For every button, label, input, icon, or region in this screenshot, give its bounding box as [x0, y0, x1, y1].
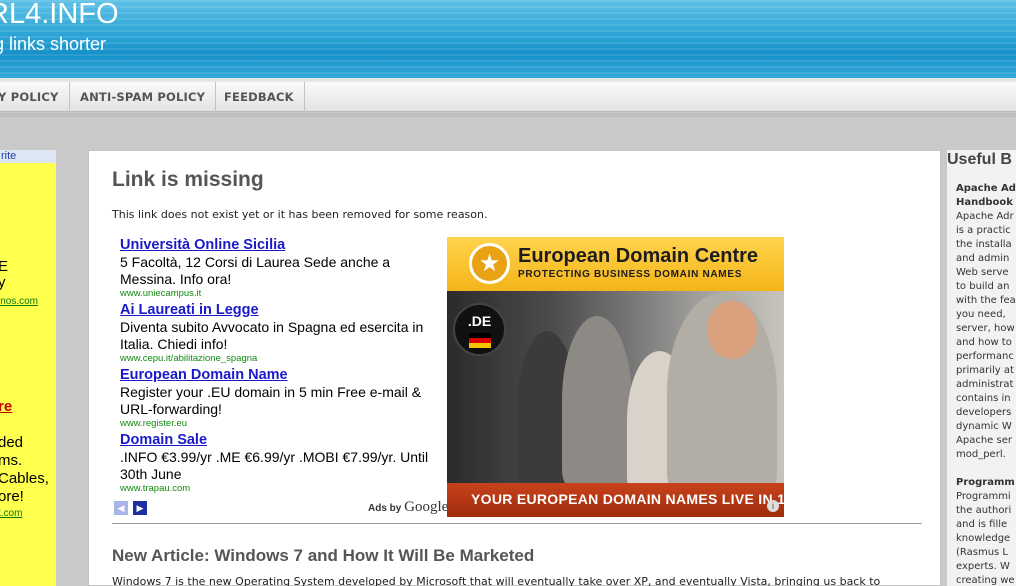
sidebar-book-text: is a practic: [956, 225, 1011, 236]
ad-url[interactable]: www.cepu.it/abilitazione_spagna: [120, 353, 446, 365]
ads-by-label: Ads by: [368, 503, 402, 514]
page-title: Link is missing: [112, 168, 264, 191]
info-icon[interactable]: i: [767, 500, 779, 512]
ad-prev-button[interactable]: ◀: [114, 501, 128, 515]
ad-url[interactable]: www.uniecampus.it: [120, 288, 446, 300]
text-ad[interactable]: European Domain Name Register your .EU d…: [120, 367, 446, 430]
sidebar-book-text: you need,: [956, 309, 1006, 320]
site-title[interactable]: RL4.INFO: [0, 0, 119, 31]
left-ad-text: y: [0, 274, 6, 291]
sidebar-book-text: Apache ser: [956, 435, 1012, 446]
sidebar-book-text: Apache Adr: [956, 211, 1014, 222]
sidebar-book-text: the installa: [956, 239, 1012, 250]
de-badge-text: .DE: [467, 313, 492, 329]
sidebar-book-text: contains in: [956, 393, 1011, 404]
site-tagline: g links shorter: [0, 34, 107, 54]
sidebar-book-title[interactable]: Apache Ad: [956, 182, 1016, 196]
ads-by-google[interactable]: Ads by Google: [368, 499, 448, 516]
sidebar-book-text: creating we: [956, 575, 1015, 586]
text-ad-block: Università Online Sicilia 5 Facoltà, 12 …: [112, 237, 448, 517]
ad-body: Register your .EU domain in 5 min Free e…: [120, 384, 422, 417]
banner-photo: .DE: [447, 291, 784, 483]
banner-title: European Domain Centre: [518, 245, 759, 267]
header-stripes: [0, 0, 1016, 78]
main-nav: Y POLICY ANTI-SPAM POLICY FEEDBACK: [0, 82, 1016, 112]
ad-url[interactable]: www.trapau.com: [120, 483, 446, 495]
article-text: Windows 7 is the new Operating System de…: [112, 575, 881, 586]
sidebar-book-text: experts. W: [956, 561, 1010, 572]
sidebar-book-text: knowledge: [956, 533, 1011, 544]
left-ad-text: ded: [0, 434, 24, 451]
ad-body: .INFO €3.99/yr .ME €6.99/yr .MOBI €7.99/…: [120, 449, 429, 482]
german-flag-icon: [469, 333, 491, 348]
sidebar-book-text: and is fille: [956, 519, 1008, 530]
missing-link-message: This link does not exist yet or it has b…: [112, 208, 488, 221]
left-ad-text: E: [0, 258, 9, 275]
sidebar-book-text: the authori: [956, 505, 1012, 516]
person-figure: [562, 316, 632, 483]
content-divider: [112, 523, 922, 524]
banner-top: ★ European Domain Centre PROTECTING BUSI…: [447, 237, 784, 291]
site-header: RL4.INFO g links shorter: [0, 0, 1016, 78]
sidebar-book-text: primarily at: [956, 365, 1014, 376]
left-sidebar-ad[interactable]: E y inos.com re ded ms. Cables, ore! t.c…: [0, 163, 56, 586]
sidebar-book-text: and how to: [956, 337, 1012, 348]
sidebar-book-text: mod_perl.: [956, 449, 1006, 460]
ad-url[interactable]: www.register.eu: [120, 418, 446, 430]
sidebar-book-text: performanc: [956, 351, 1014, 362]
text-ad[interactable]: Ai Laureati in Legge Diventa subito Avvo…: [120, 302, 446, 365]
sidebar-book-text: server, how: [956, 323, 1015, 334]
ad-body: 5 Facoltà, 12 Corsi di Laurea Sede anche…: [120, 254, 391, 287]
banner-ad[interactable]: ★ European Domain Centre PROTECTING BUSI…: [447, 237, 784, 517]
star-logo-icon: ★: [469, 243, 510, 284]
banner-subtitle: PROTECTING BUSINESS DOMAIN NAMES: [518, 269, 743, 280]
sidebar-book-text: administrat: [956, 379, 1014, 390]
sidebar-book-text: (Rasmus L: [956, 547, 1009, 558]
nav-item-feedback[interactable]: FEEDBACK: [214, 82, 305, 112]
nav-item-privacy-policy[interactable]: Y POLICY: [0, 82, 70, 112]
left-ad-text: Cables,: [0, 470, 49, 487]
sidebar-book-text: Web serve: [956, 267, 1009, 278]
ad-title[interactable]: Domain Sale: [120, 432, 446, 449]
text-ad[interactable]: Università Online Sicilia 5 Facoltà, 12 …: [120, 237, 446, 300]
left-ad-title[interactable]: re: [0, 398, 12, 415]
main-content: Link is missing This link does not exist…: [88, 150, 941, 586]
sidebar-book-text: to build an: [956, 281, 1010, 292]
google-logo: Google: [404, 499, 449, 515]
left-ad-url[interactable]: t.com: [0, 508, 22, 519]
banner-cta: YOUR EUROPEAN DOMAIN NAMES LIVE IN 1 HOU…: [471, 491, 784, 507]
sidebar-book-title[interactable]: Programm: [956, 476, 1015, 490]
article-title[interactable]: New Article: Windows 7 and How It Will B…: [112, 546, 534, 566]
left-ad-url[interactable]: inos.com: [0, 296, 38, 307]
sidebar-book-text: dynamic W: [956, 421, 1012, 432]
sidebar-book-text: with the fea: [956, 295, 1016, 306]
right-sidebar: Useful B Apache Ad Handbook Apache Adr is a…: [947, 150, 1016, 586]
ad-body: Diventa subito Avvocato in Spagna ed ese…: [120, 319, 424, 352]
nav-underline: [0, 113, 1016, 117]
sidebar-book-text: Programmi: [956, 491, 1011, 502]
ad-next-button[interactable]: ▶: [133, 501, 147, 515]
banner-cta-bar: YOUR EUROPEAN DOMAIN NAMES LIVE IN 1 HOU…: [447, 483, 784, 517]
text-ad[interactable]: Domain Sale .INFO €3.99/yr .ME €6.99/yr …: [120, 432, 446, 495]
sidebar-book-text: developers: [956, 407, 1012, 418]
left-sidebar-header[interactable]: rite: [0, 150, 56, 163]
sidebar-title: Useful B: [947, 151, 1012, 168]
person-face: [707, 301, 757, 359]
sidebar-book-title[interactable]: Handbook: [956, 196, 1013, 210]
left-ad-text: ore!: [0, 488, 24, 505]
ad-title[interactable]: European Domain Name: [120, 367, 446, 384]
left-ad-text: ms.: [0, 452, 23, 469]
de-badge-icon: .DE: [453, 303, 506, 356]
sidebar-book-text: and admin: [956, 253, 1010, 264]
nav-item-anti-spam-policy[interactable]: ANTI-SPAM POLICY: [70, 82, 217, 112]
ad-title[interactable]: Università Online Sicilia: [120, 237, 446, 254]
ad-title[interactable]: Ai Laureati in Legge: [120, 302, 446, 319]
